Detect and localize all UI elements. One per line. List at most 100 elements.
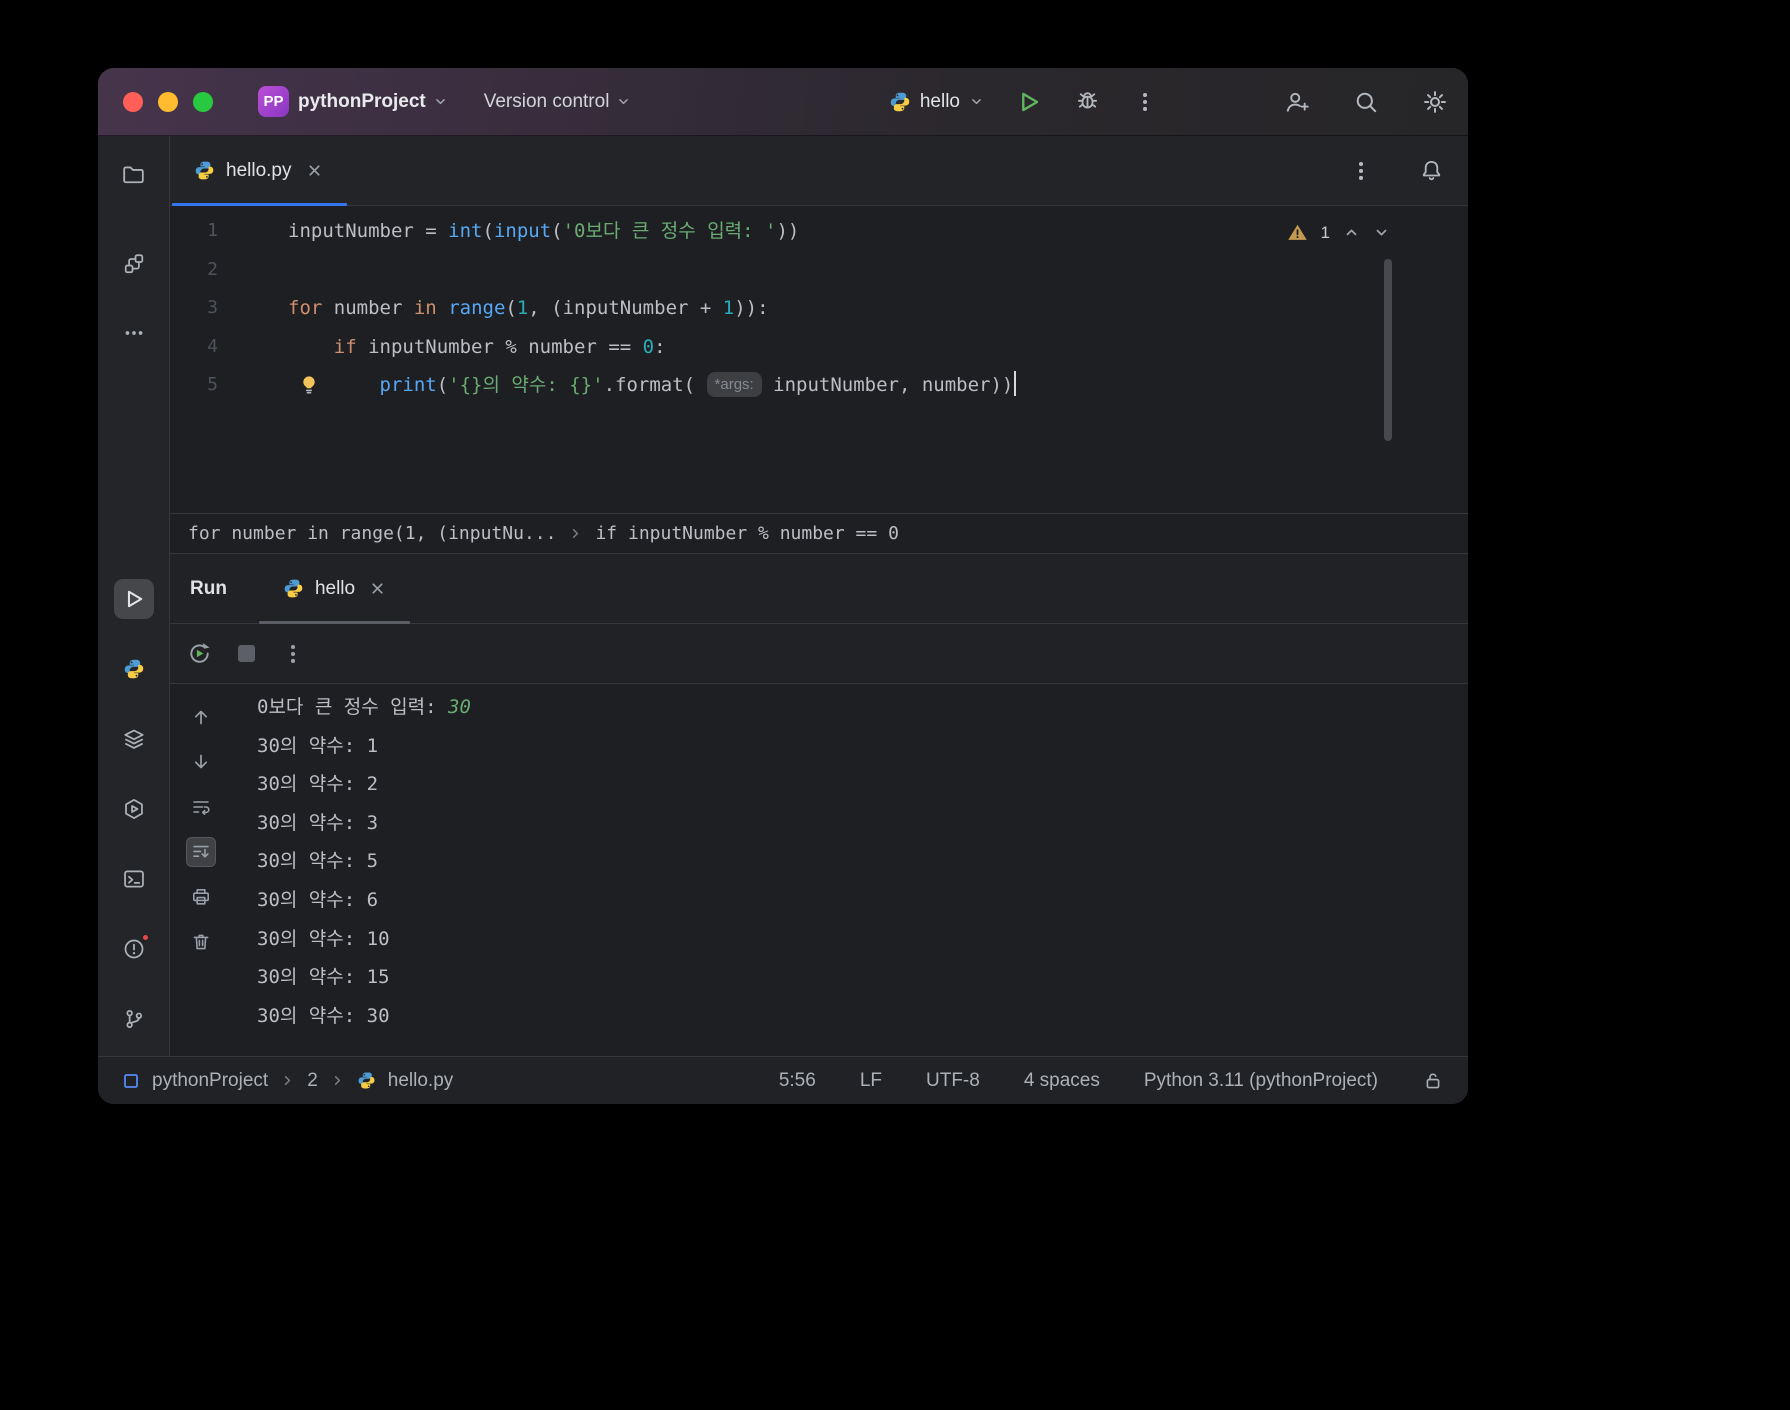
tab-label: hello.py [226, 159, 292, 181]
code-editor[interactable]: 1 inputNumber = int(input('0보다 큰 정수 입력: '… [170, 206, 1468, 513]
close-tab-icon[interactable] [306, 162, 323, 179]
code-token: 1 [516, 297, 529, 319]
version-control-menu[interactable]: Version control [484, 91, 632, 113]
code-token: '{}의 약수: {}' [448, 374, 604, 396]
chevron-right-icon [330, 1073, 345, 1088]
python-interpreter[interactable]: Python 3.11 (pythonProject) [1144, 1070, 1378, 1092]
file-encoding[interactable]: UTF-8 [926, 1070, 980, 1092]
code-token: if [333, 335, 357, 358]
code-text: inputNumber = int(input('0보다 큰 정수 입력: ')… [230, 212, 799, 251]
lock-icon[interactable] [1422, 1070, 1444, 1092]
context-for-statement[interactable]: for number in range(1, (inputNu... [188, 523, 556, 544]
play-icon [122, 587, 146, 611]
caret-position[interactable]: 5:56 [779, 1070, 816, 1092]
run-console[interactable]: 0보다 큰 정수 입력: 30 30의 약수: 1 30의 약수: 2 30의 약수:… [170, 684, 1468, 1056]
up-stack-trace-button[interactable] [186, 702, 216, 732]
context-if-statement[interactable]: if inputNumber % number == 0 [595, 523, 898, 544]
console-toolbar [170, 684, 232, 1056]
code-token: 30의 약수: 2 [257, 773, 379, 796]
tab-hello-py[interactable]: hello.py [172, 136, 347, 206]
stop-button[interactable] [229, 637, 263, 671]
code-token: 30의 약수: 5 [257, 850, 379, 873]
code-token: ( [551, 220, 563, 242]
close-window-button[interactable] [123, 91, 143, 112]
run-tool-button[interactable] [113, 579, 154, 619]
editor-options-button[interactable] [1344, 154, 1378, 188]
text-caret [1014, 371, 1017, 396]
python-packages-tool-button[interactable] [114, 719, 154, 759]
code-token: 1 [722, 297, 735, 319]
python-icon [123, 658, 145, 680]
code-line[interactable]: 2 [170, 251, 1468, 290]
code-line[interactable]: 1 inputNumber = int(input('0보다 큰 정수 입력: '… [170, 212, 1468, 251]
run-button[interactable] [1012, 85, 1046, 119]
console-line: 30의 약수: 10 [257, 920, 471, 959]
console-line: 30의 약수: 1 [257, 727, 471, 766]
version-control-tool-button[interactable] [114, 999, 154, 1039]
indent-style[interactable]: 4 spaces [1024, 1070, 1100, 1092]
close-run-tab-icon[interactable] [369, 580, 386, 597]
run-configuration-selector[interactable]: hello [889, 91, 984, 113]
zoom-window-button[interactable] [193, 91, 213, 112]
breadcrumb-file[interactable]: hello.py [388, 1070, 454, 1092]
down-stack-trace-button[interactable] [186, 747, 216, 777]
project-badge[interactable]: PP [258, 86, 289, 117]
module-icon [122, 1072, 140, 1090]
clear-console-button[interactable] [186, 927, 216, 957]
code-line[interactable]: 5 print('{}의 약수: {}'.format( *args: inpu… [170, 366, 1468, 405]
debug-button[interactable] [1070, 85, 1104, 119]
more-tool-windows-button[interactable] [114, 313, 154, 353]
code-token: 30 [448, 696, 471, 718]
console-line: 30의 약수: 30 [257, 997, 471, 1036]
line-number: 1 [207, 220, 218, 241]
print-button[interactable] [186, 882, 216, 912]
editor-scrollbar[interactable] [1384, 259, 1392, 441]
python-console-tool-button[interactable] [114, 649, 154, 689]
prev-problem-icon[interactable] [1343, 224, 1360, 241]
python-icon [357, 1071, 376, 1090]
console-line: 30의 약수: 5 [257, 842, 471, 881]
console-line: 30의 약수: 6 [257, 881, 471, 920]
code-token: '0보다 큰 정수 입력: ' [562, 220, 777, 242]
breadcrumb-folder[interactable]: 2 [307, 1070, 318, 1092]
rerun-button[interactable] [182, 637, 216, 671]
console-line: 0보다 큰 정수 입력: 30 [257, 688, 471, 727]
status-breadcrumb[interactable]: pythonProject 2 hello.py [122, 1070, 453, 1092]
inspection-widget[interactable]: 1 [1287, 222, 1390, 243]
pycharm-window: PP pythonProject Version control hello h… [98, 68, 1468, 1104]
minimize-window-button[interactable] [158, 91, 178, 112]
run-config-name: hello [919, 90, 960, 112]
traffic-lights [123, 91, 213, 112]
settings-button[interactable] [1418, 85, 1452, 119]
line-separator[interactable]: LF [860, 1070, 882, 1092]
run-options-button[interactable] [276, 637, 310, 671]
python-icon [283, 578, 304, 599]
breadcrumb-project[interactable]: pythonProject [152, 1070, 268, 1092]
terminal-tool-button[interactable] [114, 859, 154, 899]
problems-tool-button[interactable] [114, 929, 154, 969]
code-line[interactable]: 3 for number in range(1, (inputNumber + 1… [170, 289, 1468, 328]
next-problem-icon[interactable] [1373, 224, 1390, 241]
code-line[interactable]: 4 if inputNumber % number == 0: [170, 328, 1468, 367]
project-tool-button[interactable] [114, 154, 154, 194]
soft-wrap-button[interactable] [186, 792, 216, 822]
search-everywhere-button[interactable] [1349, 85, 1383, 119]
version-control-label: Version control [483, 90, 610, 112]
line-number: 4 [207, 335, 218, 357]
run-tab-hello[interactable]: hello [258, 554, 411, 624]
titlebar: PP pythonProject Version control hello [98, 68, 1468, 136]
services-tool-button[interactable] [114, 789, 154, 829]
code-with-me-button[interactable] [1280, 85, 1314, 119]
code-text: print('{}의 약수: {}'.format( *args: inputN… [230, 366, 1017, 405]
editor-lines: 1 inputNumber = int(input('0보다 큰 정수 입력: '… [170, 206, 1468, 405]
code-token: )) [776, 220, 800, 242]
structure-tool-button[interactable] [114, 244, 154, 284]
more-actions-button[interactable] [1128, 85, 1162, 119]
code-token: ( [436, 374, 449, 396]
quickfix-bulb-icon[interactable] [298, 374, 320, 396]
notifications-button[interactable] [1414, 154, 1448, 188]
project-menu[interactable]: pythonProject [298, 91, 448, 113]
scroll-to-end-button[interactable] [186, 837, 216, 867]
